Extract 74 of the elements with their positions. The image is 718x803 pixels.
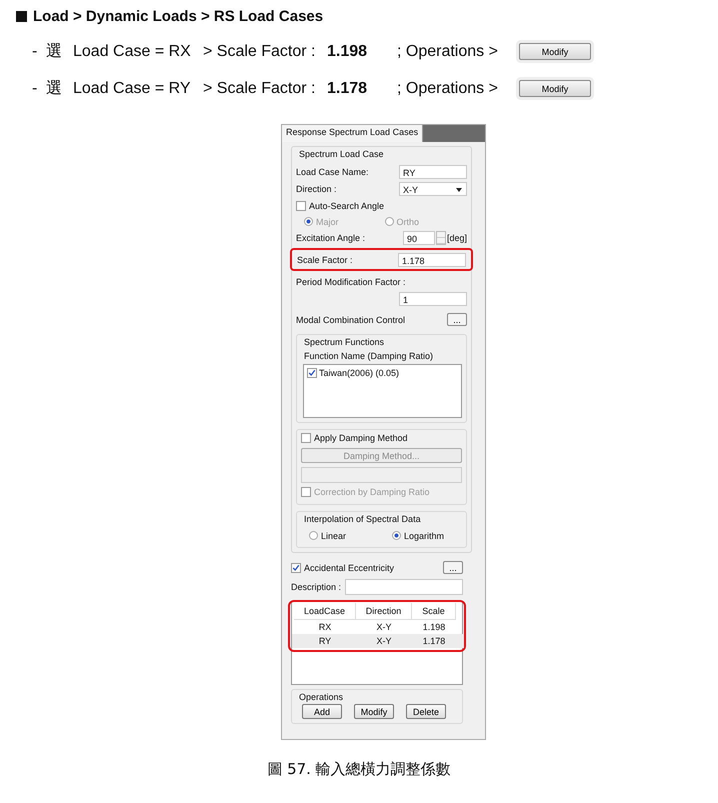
radio-label: Linear	[321, 530, 346, 540]
scale-factor-text: > Scale Factor :	[203, 42, 316, 60]
select-char: 選	[46, 79, 63, 99]
field-label: Load Case Name:	[296, 166, 369, 176]
operation-button[interactable]: Delete	[406, 704, 446, 719]
dash: -	[32, 42, 38, 60]
scale-factor-text: > Scale Factor :	[203, 80, 316, 98]
radio-label: Major	[316, 216, 339, 226]
scale-value: 1.178	[327, 80, 368, 98]
table-cell-text: 1.198	[422, 621, 446, 634]
input-field[interactable]	[301, 467, 462, 483]
dash: -	[32, 80, 38, 98]
radio-button[interactable]	[304, 217, 313, 226]
dropdown[interactable]: X-Y	[399, 182, 467, 196]
checkbox-label: Auto-Search Angle	[309, 200, 384, 210]
load-case-text: Load Case = RX	[73, 42, 192, 60]
checkbox[interactable]	[301, 486, 311, 496]
group-title: Interpolation of Spectral Data	[303, 513, 422, 526]
table-cell-text: 1.178	[422, 635, 446, 648]
spinner-icon[interactable]	[436, 230, 446, 244]
operation-button[interactable]: Add	[302, 704, 342, 719]
operation-button[interactable]: Modify	[354, 704, 394, 719]
checkbox[interactable]	[307, 368, 317, 378]
field-label: Description :	[291, 582, 342, 592]
modify-button[interactable]: Modify	[519, 43, 591, 60]
square-bullet-icon	[16, 11, 27, 22]
checkbox-label: Correction by Damping Ratio	[314, 486, 430, 496]
unit-label: [deg]	[446, 232, 467, 242]
scale-value: 1.198	[327, 42, 368, 60]
input-field[interactable]: RY	[399, 164, 467, 178]
radio-button[interactable]	[309, 531, 318, 540]
table-cell-text: RX	[318, 621, 332, 634]
column-header[interactable]: Scale	[412, 603, 456, 620]
more-button[interactable]: ...	[443, 561, 463, 574]
checkbox[interactable]	[301, 433, 311, 443]
load-case-text: Load Case = RY	[73, 80, 192, 98]
column-header[interactable]: Direction	[356, 603, 412, 620]
input-field[interactable]: 1	[399, 292, 467, 306]
table-row[interactable]: RY X-Y 1.178	[292, 634, 464, 648]
checkbox[interactable]	[296, 200, 306, 210]
figure-caption: 圖 57. 輸入總橫力調整係數	[266, 760, 452, 779]
operations-text: ; Operations >	[397, 80, 499, 98]
checkbox-label: Accidental Eccentricity	[304, 562, 394, 572]
group-title: Spectrum Load Case	[298, 148, 385, 161]
radio-label: Logarithm	[404, 530, 444, 540]
table-cell-text: RY	[318, 635, 332, 648]
field-label: Scale Factor :	[297, 254, 353, 264]
input-field[interactable]	[345, 578, 463, 594]
field-label: Excitation Angle :	[296, 232, 366, 242]
operations-text: ; Operations >	[397, 42, 499, 60]
table-cell-text: X-Y	[375, 635, 392, 648]
radio-button[interactable]	[384, 217, 394, 226]
field-label: Modal Combination Control	[296, 314, 406, 324]
list-item[interactable]: Taiwan(2006) (0.05)	[319, 368, 400, 378]
group-title: Spectrum Functions	[303, 336, 386, 349]
field-label: Period Modification Factor :	[296, 276, 406, 286]
caret-icon	[456, 188, 462, 192]
modify-button[interactable]: Modify	[519, 80, 591, 97]
more-button[interactable]: ...	[447, 313, 467, 326]
table-row[interactable]: RX X-Y 1.198	[292, 620, 464, 634]
list-header: Function Name (Damping Ratio)	[303, 351, 434, 363]
group-title: Operations	[298, 691, 344, 704]
radio-label: Ortho	[396, 216, 420, 226]
radio-button[interactable]	[392, 531, 402, 540]
heading: Load > Dynamic Loads > RS Load Cases	[33, 8, 324, 25]
table-cell-text: X-Y	[375, 621, 392, 634]
field-label: Direction :	[296, 184, 337, 194]
checkbox-label: Apply Damping Method	[314, 433, 408, 443]
input-field[interactable]: 90	[402, 230, 435, 244]
dialog-tab[interactable]: Response Spectrum Load Cases	[282, 125, 424, 142]
column-header[interactable]: LoadCase	[294, 603, 356, 620]
input-field[interactable]: 1.178	[398, 252, 466, 266]
checkbox[interactable]	[291, 562, 301, 572]
select-char: 選	[46, 42, 63, 62]
